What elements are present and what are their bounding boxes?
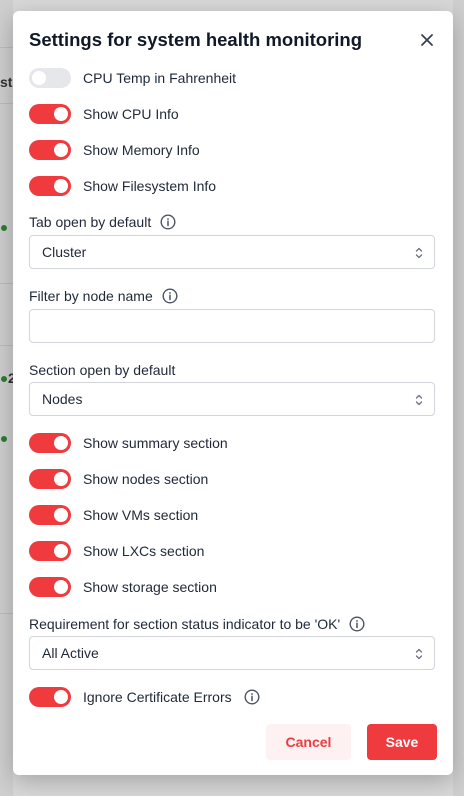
info-icon[interactable] [349,616,365,632]
show-lxcs-section-toggle[interactable] [29,541,71,561]
cpu-temp-fahrenheit-toggle[interactable] [29,68,71,88]
toggle-row-show-nodes-section: Show nodes section [29,468,208,490]
show-vms-section-toggle[interactable] [29,505,71,525]
status-dot [1,376,7,382]
show-summary-section-toggle[interactable] [29,433,71,453]
toggle-row-cpu-temp-fahrenheit: CPU Temp in Fahrenheit [29,67,236,89]
toggle-knob [54,107,68,121]
toggle-row-show-vms-section: Show VMs section [29,504,198,526]
status-dot [1,225,7,231]
info-icon[interactable] [160,214,176,230]
tab-default-label-text: Tab open by default [29,214,152,230]
node-filter-label-text: Filter by node name [29,288,153,304]
ignore-certificate-errors-toggle[interactable] [29,687,71,707]
toggle-row-show-storage-section: Show storage section [29,576,217,598]
toggle-knob [54,179,68,193]
tab-default-value: Cluster [42,244,87,260]
background-text: st [0,74,13,90]
modal-title: Settings for system health monitoring [29,29,363,50]
node-filter-label: Filter by node name [29,288,178,304]
toggle-row-show-memory-info: Show Memory Info [29,139,200,161]
tab-default-label: Tab open by default [29,214,176,230]
show-storage-section-toggle[interactable] [29,577,71,597]
toggle-row-show-filesystem-info: Show Filesystem Info [29,175,216,197]
toggle-knob [54,472,68,486]
node-filter-input[interactable] [29,309,435,343]
chevron-up-down-icon [415,394,423,406]
section-default-label-text: Section open by default [29,362,176,378]
background-page-right-edge [453,0,464,796]
section-default-label: Section open by default [29,362,175,378]
background-divider [0,345,13,346]
status-requirement-label: Requirement for section status indicator… [29,616,365,632]
close-icon [421,34,433,46]
toggle-knob [54,690,68,704]
toggle-label: Ignore Certificate Errors [83,689,232,705]
toggle-knob [54,508,68,522]
background-divider [0,103,13,104]
status-requirement-select[interactable]: All Active [29,636,435,670]
chevron-up-down-icon [415,247,423,259]
toggle-row-show-summary-section: Show summary section [29,432,228,454]
toggle-knob [54,436,68,450]
close-button[interactable] [418,31,436,49]
status-requirement-label-text: Requirement for section status indicator… [29,616,341,632]
background-page-left-edge [0,0,13,796]
toggle-knob [32,71,46,85]
toggle-label: Show LXCs section [83,543,205,559]
toggle-label: Show nodes section [83,471,209,487]
background-divider [0,613,13,614]
show-memory-info-toggle[interactable] [29,140,71,160]
toggle-knob [54,143,68,157]
section-default-value: Nodes [42,391,83,407]
chevron-up-down-icon [415,648,423,660]
save-button[interactable]: Save [367,724,437,760]
info-icon[interactable] [162,288,178,304]
show-filesystem-info-toggle[interactable] [29,176,71,196]
toggle-label: Show Memory Info [83,142,200,158]
toggle-row-show-lxcs-section: Show LXCs section [29,540,204,562]
show-cpu-info-toggle[interactable] [29,104,71,124]
toggle-label: Show storage section [83,579,217,595]
status-requirement-value: All Active [42,645,99,661]
show-nodes-section-toggle[interactable] [29,469,71,489]
toggle-row-ignore-certificate-errors: Ignore Certificate Errors [29,686,260,708]
tab-default-select[interactable]: Cluster [29,235,435,269]
section-default-select[interactable]: Nodes [29,382,435,416]
toggle-knob [54,580,68,594]
background-divider [0,283,13,284]
toggle-label: Show summary section [83,435,228,451]
cancel-button[interactable]: Cancel [266,724,351,760]
toggle-label: Show CPU Info [83,106,179,122]
toggle-label: Show Filesystem Info [83,178,217,194]
background-divider [0,47,13,48]
settings-modal: Settings for system health monitoring CP… [13,11,453,775]
toggle-label: Show VMs section [83,507,199,523]
info-icon[interactable] [244,689,260,705]
toggle-row-show-cpu-info: Show CPU Info [29,103,179,125]
toggle-label: CPU Temp in Fahrenheit [83,70,237,86]
status-dot [1,436,7,442]
toggle-knob [54,544,68,558]
